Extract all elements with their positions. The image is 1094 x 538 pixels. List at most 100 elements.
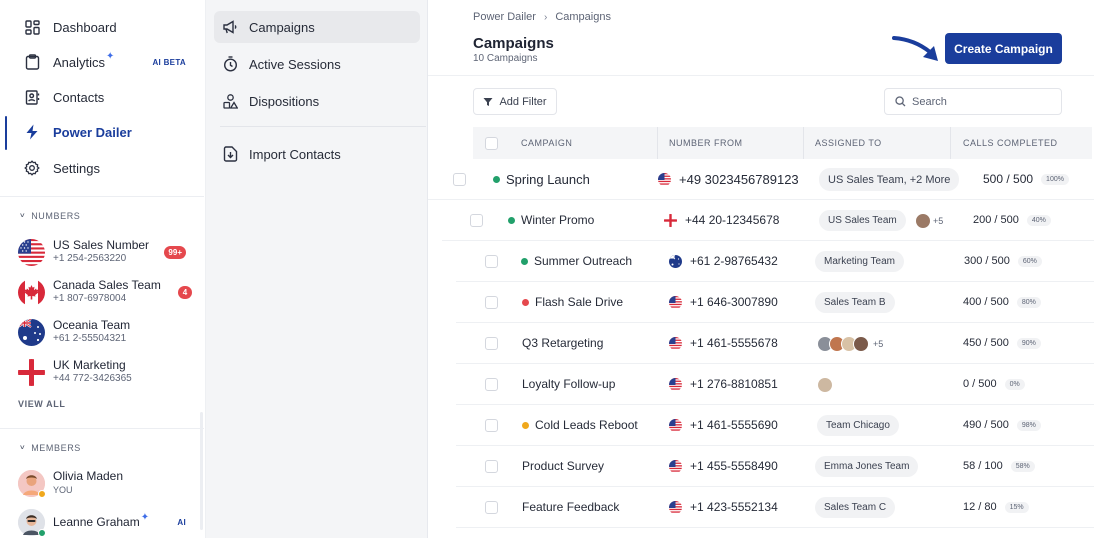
row-checkbox[interactable] bbox=[485, 255, 498, 268]
number-from: +49 3023456789123 bbox=[679, 171, 799, 187]
calls-completed: 300 / 500 bbox=[964, 255, 1010, 267]
status-active-dot bbox=[493, 175, 500, 183]
table-row[interactable]: Spring Launch +49 3023456789123 US Sales… bbox=[428, 159, 1094, 200]
number-name: US Sales Number bbox=[53, 238, 150, 252]
breadcrumb-item[interactable]: Power Dailer bbox=[473, 11, 536, 23]
divider bbox=[950, 127, 951, 159]
campaign-name[interactable]: Spring Launch bbox=[506, 172, 590, 187]
table-row[interactable]: Feature Feedback +1 423-5552134 Sales Te… bbox=[456, 487, 1094, 528]
calls-completed: 58 / 100 bbox=[963, 460, 1003, 472]
campaign-name[interactable]: Feature Feedback bbox=[522, 500, 619, 514]
campaign-name[interactable]: Flash Sale Drive bbox=[535, 295, 623, 309]
create-campaign-button[interactable]: Create Campaign bbox=[945, 33, 1062, 64]
nav-label: Power Dailer bbox=[53, 124, 132, 140]
column-header-calls-completed[interactable]: CALLS COMPLETED bbox=[963, 127, 1058, 159]
member-item[interactable]: Olivia Maden YOU bbox=[18, 467, 198, 499]
clipboard-icon bbox=[24, 54, 40, 70]
assignee-avatars[interactable]: +5 bbox=[915, 210, 943, 231]
divider bbox=[220, 126, 426, 127]
sparkle-icon: ✦ bbox=[140, 511, 150, 523]
search-box[interactable] bbox=[884, 88, 1062, 115]
subnav-active-sessions[interactable]: Active Sessions bbox=[214, 48, 420, 80]
assigned-chip[interactable]: US Sales Team bbox=[819, 210, 906, 231]
table-row[interactable]: Winter Promo +44 20-12345678 US Sales Te… bbox=[442, 200, 1094, 241]
row-checkbox[interactable] bbox=[485, 460, 498, 473]
campaign-name[interactable]: Summer Outreach bbox=[534, 254, 632, 268]
number-from: +1 276-8810851 bbox=[690, 377, 778, 391]
row-checkbox[interactable] bbox=[485, 296, 498, 309]
row-checkbox[interactable] bbox=[453, 173, 466, 186]
column-header-number-from[interactable]: NUMBER FROM bbox=[669, 127, 743, 159]
chevron-right-icon: › bbox=[543, 11, 548, 23]
divider bbox=[428, 75, 1094, 76]
table-row[interactable]: Loyalty Follow-up +1 276-8810851 0 / 500… bbox=[456, 364, 1094, 405]
number-from: +1 461-5555678 bbox=[690, 336, 778, 350]
subnav-import-contacts[interactable]: Import Contacts bbox=[214, 138, 420, 170]
number-item-oceania[interactable]: Oceania Team +61 2-55504321 bbox=[18, 315, 198, 349]
add-filter-button[interactable]: Add Filter bbox=[473, 88, 557, 115]
avatar bbox=[18, 508, 46, 537]
page-title: Campaigns bbox=[473, 35, 554, 52]
us-flag-icon bbox=[669, 500, 682, 514]
subnav-campaigns[interactable]: Campaigns bbox=[214, 11, 420, 43]
row-checkbox[interactable] bbox=[485, 337, 498, 350]
nav-contacts[interactable]: Contacts bbox=[0, 82, 206, 112]
column-header-campaign[interactable]: CAMPAIGN bbox=[521, 127, 572, 159]
status-away-indicator bbox=[38, 489, 46, 498]
number-phone: +1 807-6978004 bbox=[53, 293, 127, 304]
campaign-name[interactable]: Loyalty Follow-up bbox=[522, 377, 615, 391]
search-input[interactable] bbox=[912, 95, 1052, 108]
assigned-chip[interactable]: Team Chicago bbox=[817, 415, 899, 436]
member-name: Olivia Maden bbox=[53, 469, 124, 483]
assigned-chip[interactable]: US Sales Team, +2 More bbox=[819, 168, 960, 191]
subnav-dispositions[interactable]: Dispositions bbox=[214, 85, 420, 117]
completion-percent: 58% bbox=[1010, 460, 1035, 472]
table-row[interactable]: Summer Outreach +61 2-98765432 Marketing… bbox=[456, 241, 1094, 282]
chevron-down-icon: ∨ bbox=[19, 211, 27, 219]
nav-dashboard[interactable]: Dashboard bbox=[0, 12, 206, 42]
nav-label: Analytics bbox=[53, 54, 106, 70]
member-name: Leanne Graham bbox=[53, 515, 140, 529]
import-icon bbox=[222, 146, 238, 162]
us-flag-icon bbox=[669, 377, 682, 391]
campaign-name[interactable]: Product Survey bbox=[522, 459, 604, 473]
column-header-assigned-to[interactable]: ASSIGNED TO bbox=[815, 127, 882, 159]
assigned-chip[interactable]: Sales Team C bbox=[815, 497, 896, 518]
sidebar-scrollbar[interactable] bbox=[200, 412, 203, 530]
calls-completed: 500 / 500 bbox=[983, 172, 1034, 186]
select-all-checkbox[interactable] bbox=[485, 136, 498, 150]
nav-power-dailer[interactable]: Power Dailer bbox=[0, 117, 206, 147]
completion-percent: 60% bbox=[1017, 255, 1042, 267]
assignee-avatars[interactable]: +5 bbox=[817, 333, 883, 354]
calls-completed: 400 / 500 bbox=[963, 296, 1009, 308]
numbers-section-toggle[interactable]: ∨ NUMBERS bbox=[19, 210, 80, 221]
row-checkbox[interactable] bbox=[470, 214, 483, 227]
campaign-name[interactable]: Q3 Retargeting bbox=[522, 336, 603, 350]
assigned-chip[interactable]: Emma Jones Team bbox=[815, 456, 919, 477]
nav-label: Dashboard bbox=[53, 19, 117, 35]
assigned-chip[interactable]: Sales Team B bbox=[815, 292, 895, 313]
number-item-us[interactable]: US Sales Number +1 254-2563220 99+ bbox=[18, 235, 198, 269]
number-item-canada[interactable]: Canada Sales Team +1 807-6978004 4 bbox=[18, 275, 198, 309]
megaphone-icon bbox=[222, 19, 238, 35]
nav-settings[interactable]: Settings bbox=[0, 153, 206, 183]
table-row[interactable]: Flash Sale Drive +1 646-3007890 Sales Te… bbox=[456, 282, 1094, 323]
campaign-name[interactable]: Winter Promo bbox=[521, 213, 594, 227]
table-row[interactable]: Product Survey +1 455-5558490 Emma Jones… bbox=[456, 446, 1094, 487]
member-item[interactable]: Leanne Graham ✦ AI bbox=[18, 506, 198, 538]
row-checkbox[interactable] bbox=[485, 419, 498, 432]
campaign-name[interactable]: Cold Leads Reboot bbox=[535, 418, 638, 432]
nav-analytics[interactable]: Analytics ✦ AI BETA bbox=[0, 47, 206, 77]
row-checkbox[interactable] bbox=[485, 501, 498, 514]
members-section-toggle[interactable]: ∨ MEMBERS bbox=[19, 442, 81, 453]
breadcrumb: Power Dailer › Campaigns bbox=[473, 11, 611, 23]
numbers-heading: NUMBERS bbox=[31, 210, 81, 221]
table-row[interactable]: Q3 Retargeting +1 461-5555678 +5 450 / 5… bbox=[456, 323, 1094, 364]
number-item-uk[interactable]: UK Marketing +44 772-3426365 bbox=[18, 355, 198, 389]
row-checkbox[interactable] bbox=[485, 378, 498, 391]
table-row[interactable]: Cold Leads Reboot +1 461-5555690 Team Ch… bbox=[456, 405, 1094, 446]
assignee-avatars[interactable] bbox=[817, 374, 833, 395]
assigned-chip[interactable]: Marketing Team bbox=[815, 251, 904, 272]
view-all-link[interactable]: VIEW ALL bbox=[18, 399, 65, 409]
us-flag-icon bbox=[658, 172, 671, 186]
